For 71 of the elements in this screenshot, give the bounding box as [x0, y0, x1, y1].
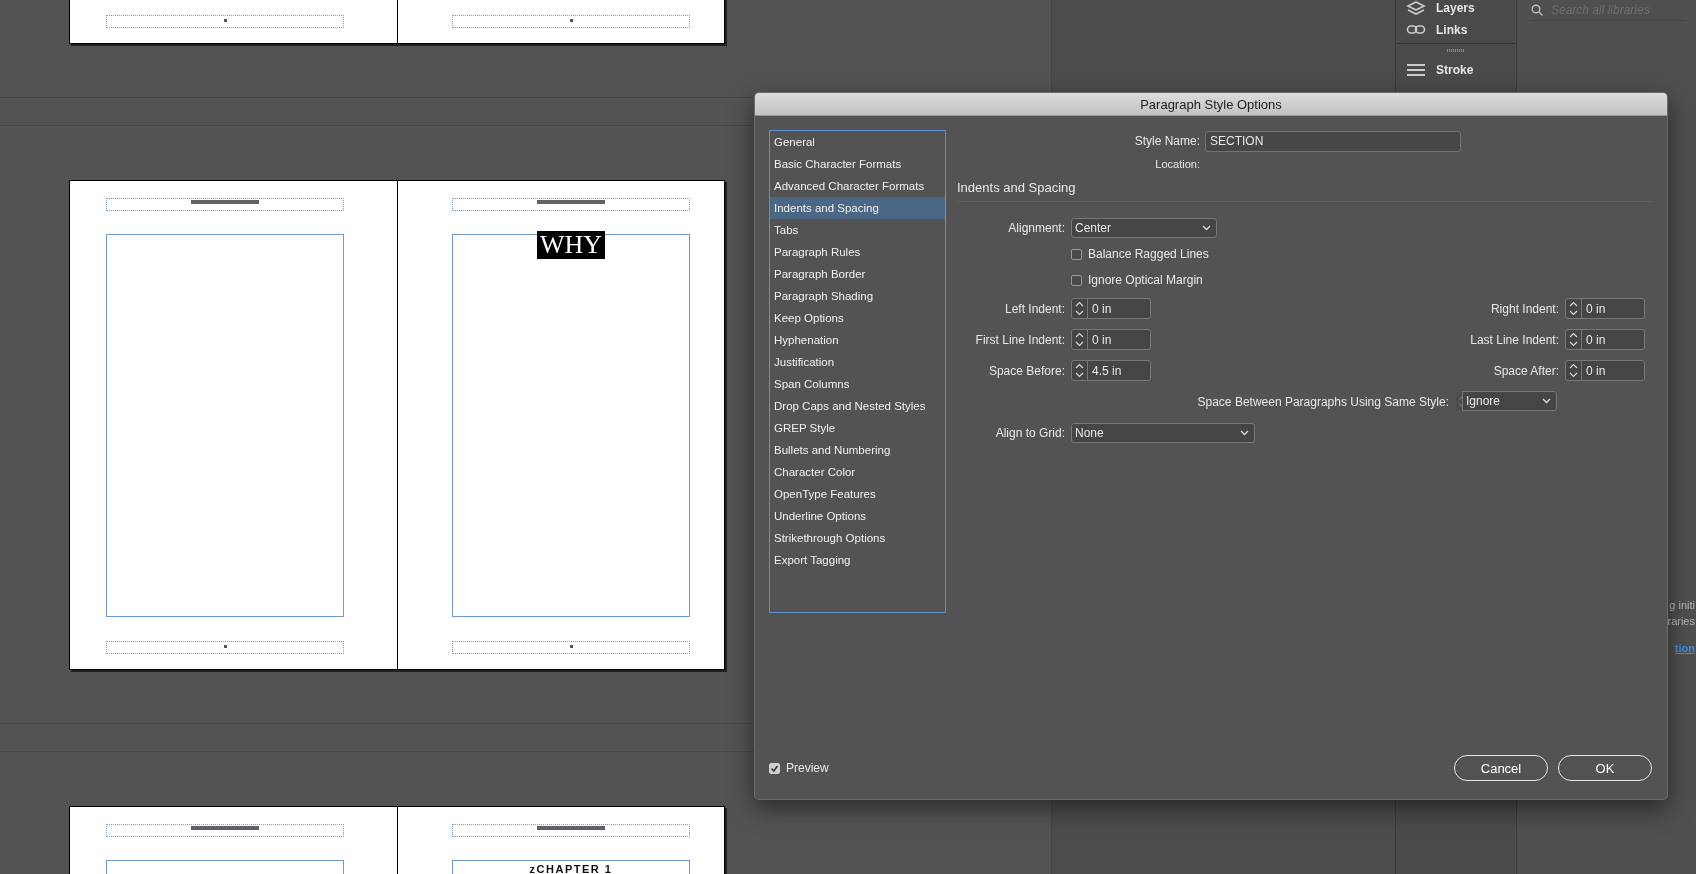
ok-button[interactable]: OK: [1558, 755, 1652, 781]
panel-text: raries: [1667, 615, 1695, 627]
category-item[interactable]: Paragraph Border: [770, 263, 945, 285]
category-item[interactable]: OpenType Features: [770, 483, 945, 505]
dialog-title: Paragraph Style Options: [1140, 96, 1282, 112]
field-label: Space After:: [1492, 363, 1559, 378]
category-item[interactable]: Drop Caps and Nested Styles: [770, 395, 945, 417]
number-field[interactable]: 0 in: [1565, 329, 1645, 350]
field-label: Right Indent:: [1489, 301, 1559, 316]
number-field[interactable]: 0 in: [1071, 298, 1151, 319]
caret-icon: [1202, 225, 1211, 231]
category-item[interactable]: Bullets and Numbering: [770, 439, 945, 461]
category-item[interactable]: Paragraph Shading: [770, 285, 945, 307]
field-label: Space Between Paragraphs Using Same Style:: [1197, 394, 1449, 409]
cancel-button[interactable]: Cancel: [1454, 755, 1548, 781]
search-icon: [1531, 4, 1543, 16]
field-label: Style Name:: [1133, 134, 1201, 148]
header-bar: [191, 826, 259, 830]
number-field[interactable]: 4.5 in: [1071, 360, 1151, 381]
field-label: Left Indent:: [1003, 301, 1065, 316]
field-label: Location:: [1154, 156, 1201, 172]
checkbox-label: Balance Ragged Lines: [1088, 247, 1209, 261]
caret-icon: [1542, 398, 1551, 404]
category-item[interactable]: Justification: [770, 351, 945, 373]
category-item[interactable]: Paragraph Rules: [770, 241, 945, 263]
category-item[interactable]: Hyphenation: [770, 329, 945, 351]
dropdown[interactable]: None: [1071, 422, 1255, 443]
heading-text: zCHAPTER 1: [529, 863, 613, 874]
category-item[interactable]: Keep Options: [770, 307, 945, 329]
category-item[interactable]: Indents and Spacing: [770, 197, 945, 219]
field-label: Space Before:: [987, 363, 1065, 378]
checkbox[interactable]: [769, 762, 780, 774]
category-item[interactable]: GREP Style: [770, 417, 945, 439]
panel-tab[interactable]: Stroke: [1396, 56, 1480, 83]
page-number-marker: [569, 645, 573, 648]
number-field[interactable]: 0 in: [1565, 360, 1645, 381]
checkbox[interactable]: [1071, 248, 1082, 260]
field-label: Alignment:: [1007, 221, 1065, 235]
header-bar: [537, 200, 605, 204]
category-item[interactable]: Tabs: [770, 219, 945, 241]
category-item[interactable]: Span Columns: [770, 373, 945, 395]
heading-text: WHY: [536, 231, 606, 259]
category-item[interactable]: Export Tagging: [770, 549, 945, 571]
number-field[interactable]: 0 in: [1071, 329, 1151, 350]
dropdown[interactable]: Center: [1071, 218, 1217, 238]
panel-text: g initi: [1669, 599, 1695, 611]
category-item[interactable]: Basic Character Formats: [770, 153, 945, 175]
field-label: Align to Grid:: [994, 425, 1065, 440]
number-field[interactable]: 0 in: [1565, 298, 1645, 319]
field-label: Last Line Indent:: [1469, 332, 1559, 347]
field-label: First Line Indent:: [974, 332, 1065, 347]
checkbox[interactable]: [1071, 274, 1082, 286]
layers-icon: [1406, 0, 1426, 17]
page-number-marker: [223, 645, 227, 648]
caret-icon: [1240, 429, 1249, 436]
category-item[interactable]: Advanced Character Formats: [770, 175, 945, 197]
category-item[interactable]: Strikethrough Options: [770, 527, 945, 549]
page-number-marker: [569, 19, 573, 22]
checkbox-label: Preview: [786, 761, 829, 775]
panel-tab[interactable]: Links: [1396, 16, 1474, 43]
category-item[interactable]: Underline Options: [770, 505, 945, 527]
checkbox-label: Ignore Optical Margin: [1088, 273, 1203, 287]
panel-tab[interactable]: Layers: [1396, 0, 1481, 16]
section-title: Indents and Spacing: [957, 179, 1076, 197]
header-bar: [537, 826, 605, 830]
category-item[interactable]: General: [770, 131, 945, 153]
header-bar: [191, 200, 259, 204]
resize-grip[interactable]: [1447, 48, 1465, 52]
category-item[interactable]: Character Color: [770, 461, 945, 483]
page-number-marker: [223, 19, 227, 22]
style-name-field[interactable]: SECTION: [1205, 130, 1461, 152]
